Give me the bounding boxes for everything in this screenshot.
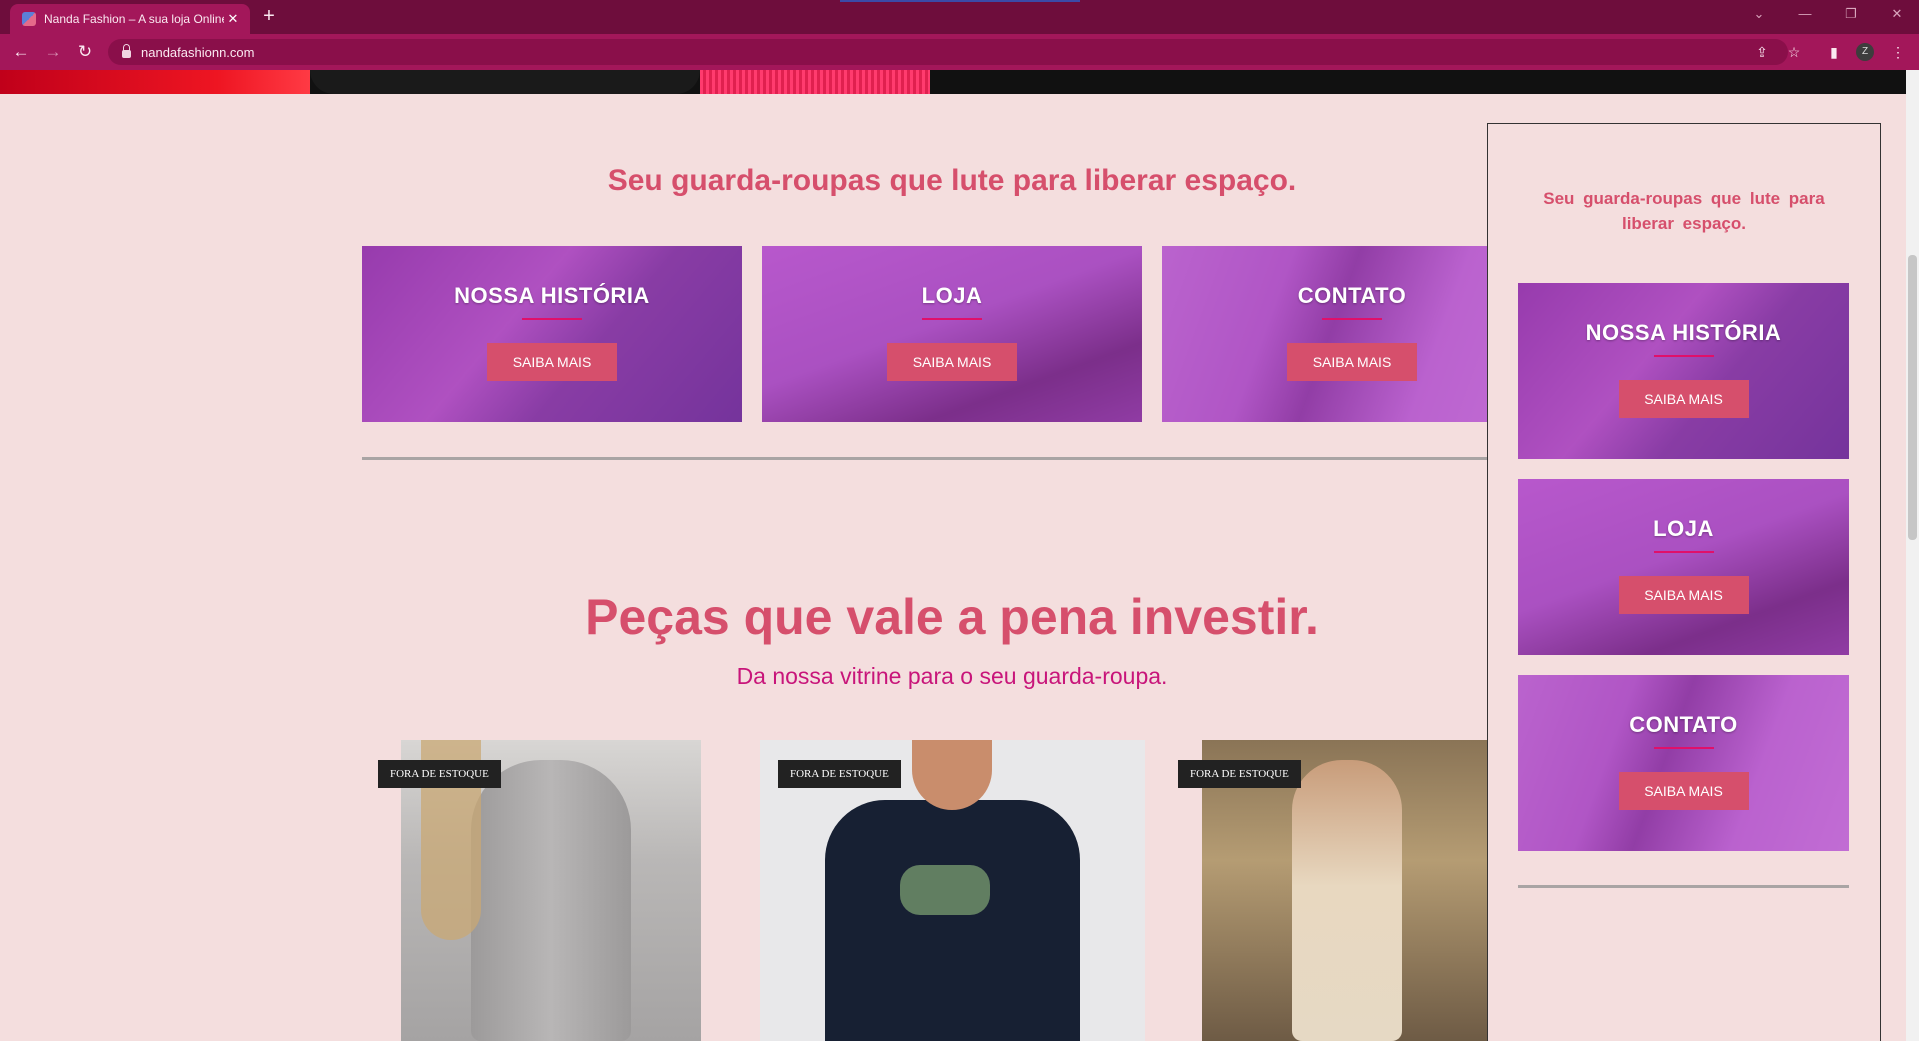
profile-avatar[interactable]: Z <box>1856 43 1874 61</box>
card-title: CONTATO <box>1297 283 1407 308</box>
page-viewport: Seu guarda-roupas que lute para liberar … <box>0 70 1906 1041</box>
card-overlay <box>1518 283 1849 459</box>
panel-heading: Seu guarda-roupas que lute para liberar … <box>1543 189 1825 233</box>
products-subheading: Da nossa vitrine para o seu guarda-roupa… <box>736 663 1168 689</box>
product-image-logo <box>900 865 990 915</box>
section-heading: Seu guarda-roupas que lute para liberar … <box>607 164 1297 197</box>
favicon-icon <box>22 12 36 26</box>
category-card-contato[interactable]: CONTATO SAIBA MAIS <box>1162 246 1542 422</box>
card-underline <box>1653 551 1714 553</box>
lock-icon[interactable] <box>122 44 131 58</box>
panel-card-nossa-historia[interactable]: NOSSA HISTÓRIA SAIBA MAIS <box>1518 283 1849 459</box>
overlay-panel: Seu guarda-roupas que lute para liberar … <box>1487 123 1881 1041</box>
saiba-mais-button[interactable]: SAIBA MAIS <box>487 343 617 381</box>
out-of-stock-badge: FORA DE ESTOQUE <box>1178 760 1301 788</box>
card-underline <box>1653 747 1714 749</box>
hero-red-block <box>0 70 310 94</box>
browser-toolbar: ← → ↻ nandafashionn.com ⇪ ☆ ▮ Z ⋮ <box>0 34 1919 70</box>
saiba-mais-button[interactable]: SAIBA MAIS <box>887 343 1017 381</box>
saiba-mais-button[interactable]: SAIBA MAIS <box>1618 772 1749 810</box>
card-overlay <box>1518 675 1849 851</box>
card-overlay <box>1162 246 1542 422</box>
saiba-mais-button[interactable]: SAIBA MAIS <box>1618 380 1749 418</box>
tab-title: Nanda Fashion – A sua loja Online <box>44 12 224 26</box>
new-tab-button[interactable]: + <box>258 6 280 28</box>
product-image <box>825 800 1080 1041</box>
panel-divider <box>1518 885 1849 888</box>
products-heading: Peças que vale a pena investir. <box>585 589 1319 645</box>
page-scrollbar[interactable] <box>1906 70 1919 1041</box>
card-underline <box>922 318 982 320</box>
hero-banner-bottom <box>0 70 1906 94</box>
card-title: NOSSA HISTÓRIA <box>1585 320 1782 345</box>
tab-search-icon[interactable]: ⌄ <box>1745 6 1773 22</box>
minimize-icon[interactable]: — <box>1791 6 1819 21</box>
browser-tab[interactable]: Nanda Fashion – A sua loja Online ✕ <box>10 4 250 34</box>
saiba-mais-button[interactable]: SAIBA MAIS <box>1287 343 1417 381</box>
share-icon[interactable]: ⇪ <box>1753 43 1771 61</box>
tab-close-icon[interactable]: ✕ <box>224 11 242 27</box>
card-underline <box>1653 355 1714 357</box>
forward-icon[interactable]: → <box>43 42 63 62</box>
section-divider <box>362 457 1542 460</box>
restore-icon[interactable]: ❐ <box>1837 6 1865 22</box>
saiba-mais-button[interactable]: SAIBA MAIS <box>1618 576 1749 614</box>
out-of-stock-badge: FORA DE ESTOQUE <box>378 760 501 788</box>
product-image <box>471 760 631 1041</box>
menu-icon[interactable]: ⋮ <box>1889 43 1907 61</box>
panel-card-loja[interactable]: LOJA SAIBA MAIS <box>1518 479 1849 655</box>
card-title: LOJA <box>921 283 983 308</box>
card-overlay <box>762 246 1142 422</box>
panel-card-contato[interactable]: CONTATO SAIBA MAIS <box>1518 675 1849 851</box>
sidepanel-icon[interactable]: ▮ <box>1825 43 1843 61</box>
card-overlay <box>1518 479 1849 655</box>
card-title: LOJA <box>1653 516 1714 541</box>
star-icon[interactable]: ☆ <box>1785 43 1803 61</box>
card-underline <box>1322 318 1382 320</box>
product-image <box>1292 760 1402 1041</box>
card-title: CONTATO <box>1629 712 1738 737</box>
close-window-icon[interactable]: ✕ <box>1883 6 1911 22</box>
top-indicator <box>840 0 1080 2</box>
out-of-stock-badge: FORA DE ESTOQUE <box>778 760 901 788</box>
hero-dark-block <box>310 70 700 94</box>
scrollbar-thumb[interactable] <box>1908 255 1917 540</box>
hero-pink-stripes <box>700 70 930 94</box>
category-card-loja[interactable]: LOJA SAIBA MAIS <box>762 246 1142 422</box>
category-card-nossa-historia[interactable]: NOSSA HISTÓRIA SAIBA MAIS <box>362 246 742 422</box>
card-overlay <box>362 246 742 422</box>
reload-icon[interactable]: ↻ <box>75 42 95 62</box>
url-text[interactable]: nandafashionn.com <box>141 45 254 60</box>
address-bar[interactable]: nandafashionn.com <box>108 39 1788 65</box>
card-underline <box>522 318 582 320</box>
card-title: NOSSA HISTÓRIA <box>454 283 650 308</box>
browser-tab-bar: Nanda Fashion – A sua loja Online ✕ + ⌄ … <box>0 0 1919 34</box>
back-icon[interactable]: ← <box>11 42 31 62</box>
